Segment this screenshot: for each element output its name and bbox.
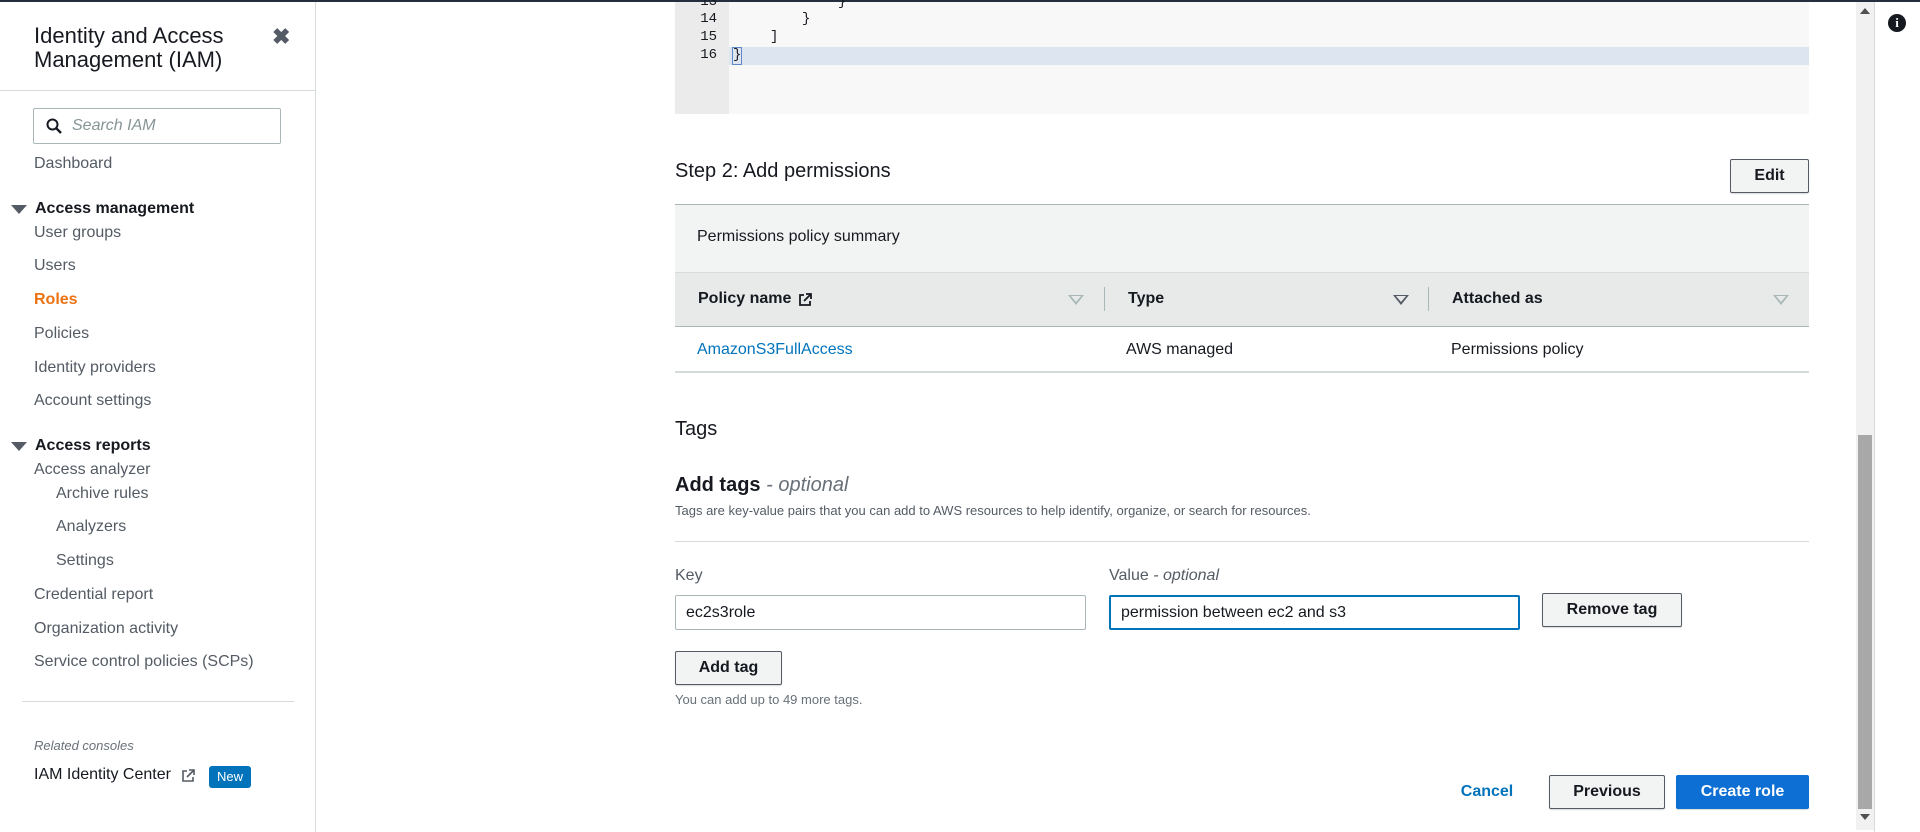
related-consoles-label: Related consoles — [34, 738, 134, 753]
add-tag-button[interactable]: Add tag — [675, 651, 782, 685]
divider — [675, 541, 1809, 542]
column-separator — [1104, 287, 1105, 311]
external-link-icon — [182, 769, 195, 782]
line-number: 15 — [700, 29, 717, 45]
divider — [675, 371, 1809, 373]
step2-title: Step 2: Add permissions — [675, 160, 891, 182]
sort-icon[interactable] — [1773, 295, 1789, 305]
sidebar-title: Identity and Access Management (IAM) — [34, 23, 224, 72]
tag-value-input[interactable] — [1109, 595, 1520, 630]
column-policy-name[interactable]: Policy name — [698, 290, 791, 308]
permissions-summary-title: Permissions policy summary — [697, 228, 900, 245]
value-label: Value — [1109, 567, 1149, 584]
previous-button[interactable]: Previous — [1549, 775, 1665, 809]
info-icon[interactable]: i — [1888, 14, 1906, 32]
code-line: ] — [770, 29, 779, 45]
new-badge: New — [209, 766, 252, 788]
scroll-up-arrow-icon[interactable] — [1860, 8, 1870, 14]
line-number: 16 — [700, 47, 717, 63]
scroll-down-arrow-icon[interactable] — [1860, 814, 1870, 820]
column-separator — [1428, 287, 1429, 311]
sidebar-item-analyzers[interactable]: Analyzers — [56, 518, 126, 536]
caret-down-icon[interactable] — [11, 442, 27, 451]
sidebar-item-roles[interactable]: Roles — [34, 291, 78, 309]
sidebar-item-identity-providers[interactable]: Identity providers — [34, 359, 156, 377]
optional-label: - optional — [766, 474, 849, 496]
edit-button[interactable]: Edit — [1730, 159, 1809, 193]
search-icon — [46, 118, 62, 134]
sidebar-item-account-settings[interactable]: Account settings — [34, 392, 151, 410]
sidebar-item-credential-report[interactable]: Credential report — [34, 586, 153, 604]
section-access-management[interactable]: Access management — [35, 200, 194, 218]
divider — [22, 701, 294, 702]
add-tags-title: Add tags - optional — [675, 474, 848, 497]
sidebar-item-dashboard[interactable]: Dashboard — [34, 155, 112, 173]
sidebar: Identity and Access Management (IAM) ✖ — [0, 2, 316, 832]
search-input[interactable] — [72, 114, 272, 138]
policy-attached-as: Permissions policy — [1451, 341, 1584, 358]
value-label-wrap: Value - optional — [1109, 567, 1219, 585]
key-label: Key — [675, 567, 703, 584]
editor-cursor — [732, 47, 742, 65]
policy-type: AWS managed — [1126, 341, 1234, 358]
sidebar-item-users[interactable]: Users — [34, 257, 76, 275]
sidebar-item-access-analyzer[interactable]: Access analyzer — [34, 461, 151, 479]
sidebar-item-scps[interactable]: Service control policies (SCPs) — [34, 653, 254, 671]
tags-hint: You can add up to 49 more tags. — [675, 692, 863, 707]
optional-label: - optional — [1153, 567, 1220, 584]
section-access-reports[interactable]: Access reports — [35, 437, 151, 455]
remove-tag-button[interactable]: Remove tag — [1542, 593, 1682, 627]
sidebar-item-organization-activity[interactable]: Organization activity — [34, 620, 178, 638]
cancel-button[interactable]: Cancel — [1450, 775, 1524, 809]
add-tags-label: Add tags — [675, 474, 761, 496]
caret-down-icon[interactable] — [11, 205, 27, 214]
divider — [0, 90, 316, 91]
external-link-icon — [799, 293, 812, 306]
editor-active-line — [729, 47, 1809, 65]
tag-key-input[interactable] — [675, 595, 1086, 630]
sort-icon[interactable] — [1068, 295, 1084, 305]
line-number: 13 — [700, 0, 717, 10]
tags-description: Tags are key-value pairs that you can ad… — [675, 503, 1311, 518]
iam-identity-center-link[interactable]: IAM Identity Center — [34, 766, 171, 784]
code-line: } — [838, 0, 847, 10]
tags-title: Tags — [675, 418, 718, 440]
line-number: 14 — [700, 11, 717, 27]
policy-name-link[interactable]: AmazonS3FullAccess — [697, 341, 853, 359]
scrollbar-thumb[interactable] — [1858, 435, 1872, 809]
sidebar-item-user-groups[interactable]: User groups — [34, 224, 121, 242]
sort-desc-icon[interactable] — [1393, 295, 1409, 305]
code-line: } — [802, 11, 811, 27]
column-type[interactable]: Type — [1128, 290, 1164, 308]
search-box[interactable] — [33, 108, 281, 144]
sidebar-item-policies[interactable]: Policies — [34, 325, 89, 343]
create-role-button[interactable]: Create role — [1676, 775, 1809, 809]
sidebar-item-archive-rules[interactable]: Archive rules — [56, 485, 148, 503]
table-header — [675, 272, 1809, 327]
sidebar-item-settings[interactable]: Settings — [56, 552, 114, 570]
column-attached-as[interactable]: Attached as — [1452, 290, 1543, 308]
help-panel-strip — [1874, 2, 1920, 832]
close-icon[interactable]: ✖ — [272, 26, 290, 48]
